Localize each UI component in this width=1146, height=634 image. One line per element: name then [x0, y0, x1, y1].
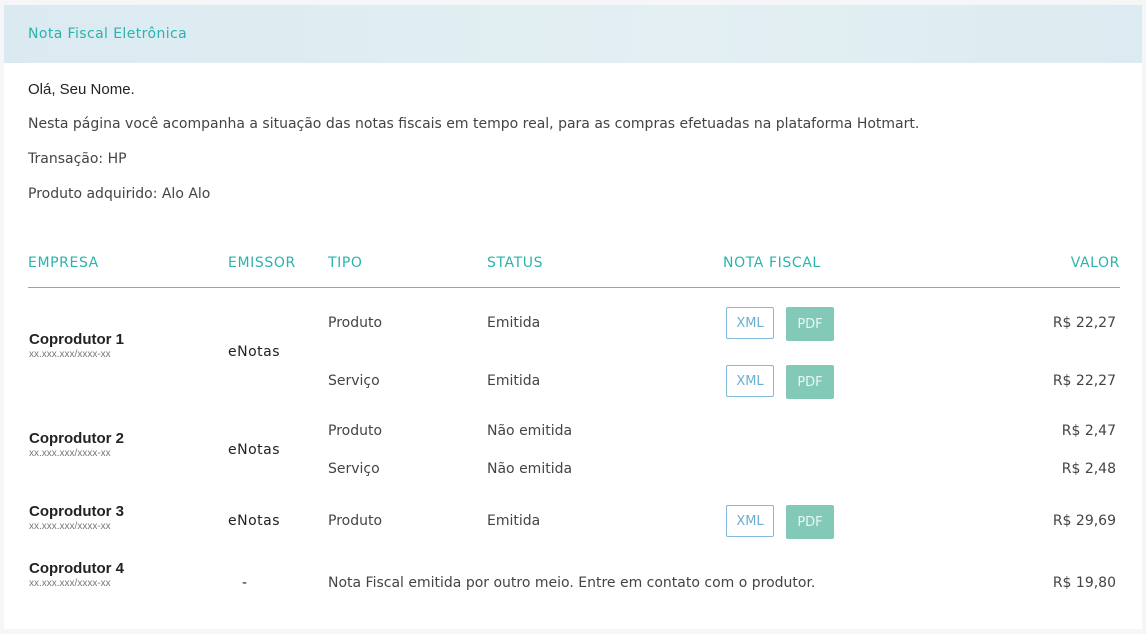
- status-cell: Emitida: [487, 315, 541, 331]
- company-name: Coprodutor 1: [29, 331, 124, 348]
- tipo-cell: Produto: [328, 423, 383, 439]
- product-info: Produto adquirido: Alo Alo: [28, 186, 211, 202]
- status-cell: Emitida: [487, 373, 541, 389]
- column-header-status: STATUS: [487, 255, 544, 271]
- xml-download-button[interactable]: XML: [726, 307, 774, 339]
- invoice-card: Nota Fiscal Eletrônica Olá, Seu Nome. Ne…: [4, 5, 1142, 629]
- xml-download-button[interactable]: XML: [726, 505, 774, 537]
- column-header-emissor: EMISSOR: [228, 255, 296, 271]
- valor-cell: R$ 29,69: [1052, 513, 1116, 529]
- greeting: Olá, Seu Nome.: [28, 81, 135, 98]
- valor-cell: R$ 22,27: [1052, 373, 1116, 389]
- valor-cell: R$ 22,27: [1052, 315, 1116, 331]
- emissor-name: eNotas: [228, 344, 281, 360]
- emissor-name: eNotas: [228, 442, 281, 458]
- company-name: Coprodutor 3: [29, 503, 124, 520]
- xml-download-button[interactable]: XML: [726, 365, 774, 397]
- status-cell: Emitida: [487, 513, 541, 529]
- company-name: Coprodutor 2: [29, 430, 124, 447]
- valor-cell: R$ 2,47: [1061, 423, 1116, 439]
- tipo-cell: Produto: [328, 513, 383, 529]
- emissor-name: -: [242, 575, 248, 591]
- tipo-cell: Serviço: [328, 461, 380, 477]
- status-cell: Não emitida: [487, 423, 573, 439]
- tipo-cell: Serviço: [328, 373, 380, 389]
- company-document: xx.xxx.xxx/xxxx-xx: [29, 578, 111, 589]
- company-document: xx.xxx.xxx/xxxx-xx: [29, 349, 111, 360]
- emissor-name: eNotas: [228, 513, 281, 529]
- company-document: xx.xxx.xxx/xxxx-xx: [29, 521, 111, 532]
- page-header: Nota Fiscal Eletrônica: [4, 5, 1142, 63]
- description: Nesta página você acompanha a situação d…: [28, 116, 920, 132]
- column-header-nota-fiscal: NOTA FISCAL: [723, 255, 821, 271]
- pdf-download-button[interactable]: PDF: [786, 505, 834, 539]
- tipo-cell: Produto: [328, 315, 383, 331]
- pdf-download-button[interactable]: PDF: [786, 365, 834, 399]
- other-means-message: Nota Fiscal emitida por outro meio. Entr…: [328, 575, 816, 591]
- transaction-info: Transação: HP: [28, 151, 127, 167]
- company-name: Coprodutor 4: [29, 560, 124, 577]
- column-header-valor: VALOR: [1070, 255, 1120, 271]
- valor-cell: R$ 19,80: [1052, 575, 1116, 591]
- pdf-download-button[interactable]: PDF: [786, 307, 834, 341]
- valor-cell: R$ 2,48: [1061, 461, 1116, 477]
- company-document: xx.xxx.xxx/xxxx-xx: [29, 448, 111, 459]
- column-header-tipo: TIPO: [328, 255, 363, 271]
- status-cell: Não emitida: [487, 461, 573, 477]
- column-header-empresa: EMPRESA: [28, 255, 99, 271]
- table-header: EMPRESA EMISSOR TIPO STATUS NOTA FISCAL …: [28, 255, 1120, 288]
- page-title: Nota Fiscal Eletrônica: [28, 26, 188, 42]
